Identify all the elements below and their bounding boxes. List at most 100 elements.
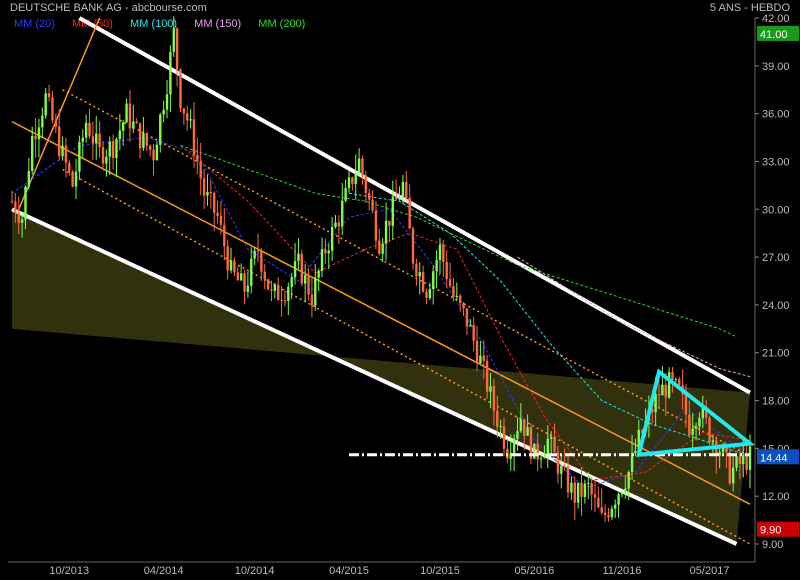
candle-body: [260, 251, 263, 272]
candle-body: [485, 360, 489, 392]
candle-body: [499, 426, 502, 428]
candle: [34, 118, 37, 158]
candle-body: [88, 122, 91, 137]
candle: [351, 176, 354, 191]
candle: [108, 136, 111, 176]
candle-body: [145, 133, 148, 146]
candle-body: [455, 295, 459, 298]
candle: [47, 84, 51, 102]
candle-body: [458, 295, 462, 304]
candle-body: [122, 122, 125, 131]
candle: [529, 423, 533, 465]
candle-body: [711, 440, 715, 443]
candle: [357, 148, 361, 175]
candle: [583, 479, 587, 504]
candle-body: [125, 103, 128, 123]
candle: [745, 441, 748, 476]
candle-body: [624, 488, 627, 493]
y-tick-label: 9.00: [762, 539, 783, 551]
x-tick-label: 10/2013: [49, 565, 89, 577]
candle: [607, 508, 610, 522]
candle: [603, 504, 607, 523]
candle: [273, 282, 277, 299]
candle: [122, 120, 125, 146]
candle: [162, 100, 165, 123]
candle-body: [361, 158, 364, 176]
candle: [576, 482, 580, 509]
candle: [263, 263, 266, 290]
candle-body: [199, 161, 202, 179]
candle: [138, 122, 142, 159]
candle-body: [95, 133, 98, 144]
candle: [479, 340, 482, 365]
candle: [182, 107, 186, 125]
candle: [78, 135, 81, 181]
candle: [469, 318, 472, 327]
candle-body: [593, 494, 597, 498]
candle-body: [381, 243, 384, 254]
candle-body: [479, 355, 482, 364]
candle: [128, 90, 132, 142]
candle: [101, 140, 105, 171]
candle-body: [78, 141, 81, 172]
candle: [91, 121, 95, 160]
candle: [310, 277, 314, 318]
candle-body: [688, 414, 691, 435]
candle-body: [118, 130, 122, 140]
x-tick-label: 10/2015: [420, 565, 460, 577]
candle-body: [556, 452, 560, 474]
candle: [229, 247, 233, 274]
candle-body: [735, 456, 738, 468]
candle: [81, 129, 84, 158]
candle-body: [519, 419, 523, 432]
candle-body: [603, 512, 607, 515]
candle-body: [20, 219, 24, 223]
candle-body: [290, 277, 293, 287]
candle: [297, 238, 300, 270]
candle: [186, 106, 189, 131]
candle: [125, 98, 128, 123]
candle-body: [549, 436, 553, 439]
candle: [533, 443, 536, 460]
x-tick-label: 05/2017: [690, 565, 730, 577]
candle-body: [408, 197, 411, 229]
candle: [617, 492, 620, 518]
candle-body: [68, 162, 71, 172]
candle-body: [31, 136, 34, 171]
price-marker-label: 9.90: [760, 525, 781, 537]
candle: [179, 68, 182, 112]
candle: [320, 237, 324, 278]
candle-body: [512, 438, 516, 454]
candle-body: [570, 482, 573, 493]
candle-body: [469, 325, 472, 327]
candle: [283, 290, 287, 307]
candle-body: [253, 250, 256, 259]
candle: [250, 247, 253, 294]
candle: [260, 248, 263, 281]
candle-body: [196, 155, 199, 162]
candle: [472, 316, 475, 352]
candle-body: [300, 253, 304, 284]
candle-body: [206, 191, 209, 196]
candle-body: [283, 300, 287, 302]
candle-body: [24, 186, 27, 220]
y-tick-label: 39.00: [762, 61, 790, 73]
candle-body: [435, 260, 438, 272]
x-tick-label: 05/2016: [514, 565, 554, 577]
candle-body: [587, 483, 590, 485]
candle-body: [317, 270, 320, 278]
candle: [455, 282, 459, 301]
candle: [256, 233, 260, 263]
candle-body: [159, 114, 162, 145]
candle: [88, 108, 91, 139]
candle: [98, 121, 101, 158]
candle: [246, 271, 250, 298]
candle-body: [57, 126, 61, 157]
candle-body: [607, 514, 610, 518]
candle-body: [111, 141, 115, 159]
candle-body: [684, 394, 688, 415]
candle-body: [347, 177, 351, 189]
channel-layer: [11, 16, 751, 546]
candle: [71, 169, 74, 188]
y-tick-label: 36.00: [762, 109, 790, 121]
